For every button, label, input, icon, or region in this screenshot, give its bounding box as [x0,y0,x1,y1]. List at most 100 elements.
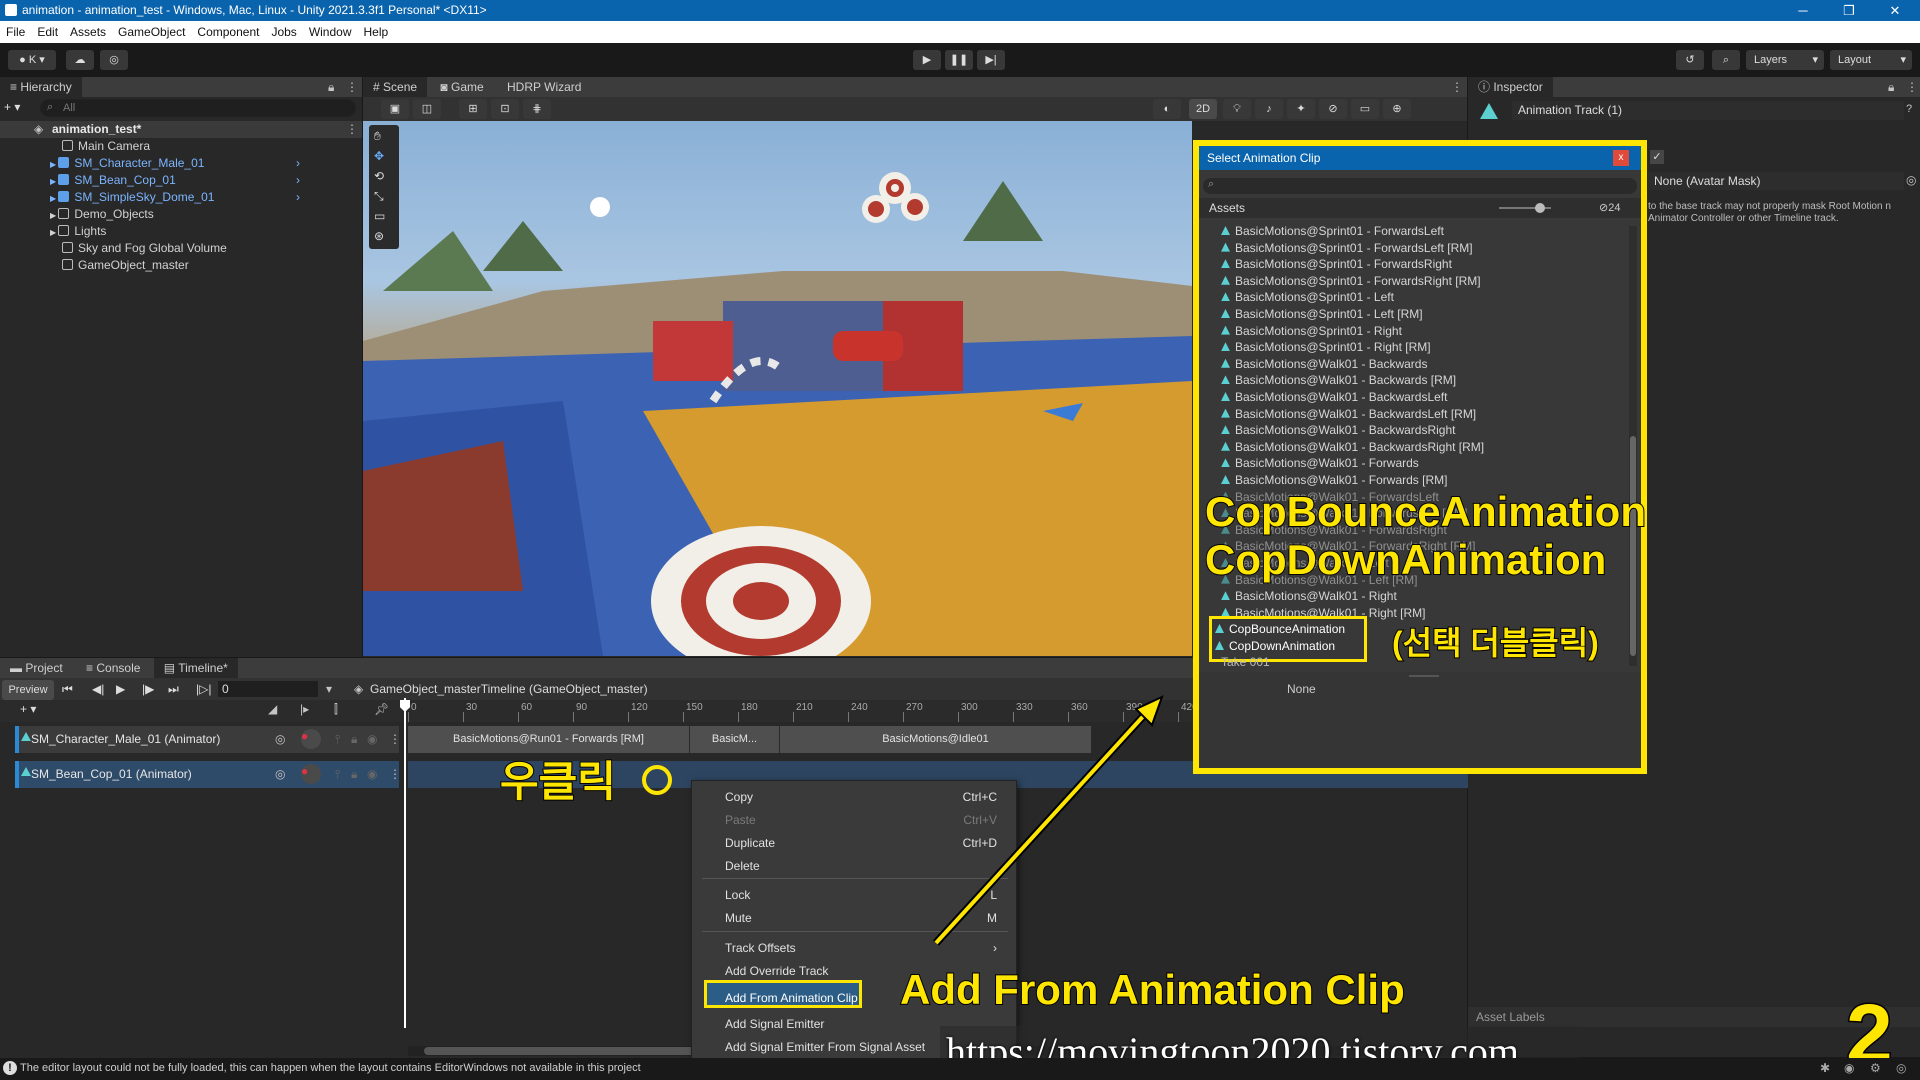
expand-arrow-icon[interactable]: ▶ [50,194,58,203]
scene-root-row[interactable]: ◈ animation_test* ⋮ [0,121,362,138]
menu-help[interactable]: Help [358,21,395,43]
collab-icon[interactable]: ◎ [100,50,128,70]
hierarchy-item[interactable]: ▶ SM_Character_Male_01 › [50,155,300,172]
record-button[interactable]: ● [301,764,321,784]
playhead[interactable] [404,698,406,1028]
timeline-clip-basic[interactable]: BasicM... [690,726,780,753]
status-message[interactable]: The editor layout could not be fully loa… [20,1062,641,1074]
menu-edit[interactable]: Edit [31,21,64,43]
clip-list-item[interactable]: BasicMotions@Sprint01 - ForwardsLeft [1221,223,1444,240]
menu-window[interactable]: Window [303,21,358,43]
assets-tab[interactable]: Assets [1209,201,1245,215]
clip-take001[interactable]: Take 001 [1221,657,1270,667]
clip-list-item[interactable]: BasicMotions@Walk01 - Backwards [RM] [1221,372,1456,389]
clip-list-item[interactable]: BasicMotions@Walk01 - Forwards [1221,455,1419,472]
dialog-close-button[interactable]: x [1613,150,1629,166]
clip-list-item[interactable]: BasicMotions@Sprint01 - ForwardsRight [R… [1221,273,1481,290]
clip-list-item[interactable]: BasicMotions@Walk01 - BackwardsLeft [RM] [1221,406,1476,423]
dialog-search-input[interactable]: ⌕ [1203,178,1637,194]
shading-icon[interactable]: ◐ [1153,99,1181,119]
clip-copdown[interactable]: CopDownAnimation [1215,638,1335,654]
menu-jobs[interactable]: Jobs [265,21,302,43]
cloud-icon[interactable]: ☁ [66,50,94,70]
clip-list-item[interactable]: BasicMotions@Walk01 - Backwards [1221,356,1427,373]
effects-icon[interactable]: ✦ [1287,99,1315,119]
lock-timeline-icon[interactable]: ⫿ [334,702,338,717]
settings-icon[interactable]: ⚙︎ [1870,1061,1881,1075]
gizmo-grid-icon[interactable]: ⊞ [459,99,487,119]
goto-end-icon[interactable]: ⏭ [168,682,179,697]
history-icon[interactable]: ↺ [1676,50,1704,70]
hierarchy-item[interactable]: Sky and Fog Global Volume [62,240,227,257]
rect-tool-icon[interactable]: ▭ [374,209,385,223]
more-menu-icon[interactable]: ⋮ [346,122,358,136]
lock-icon[interactable]: 🔒︎ [1888,77,1894,97]
increment-icon[interactable]: ⋕ [523,99,551,119]
hierarchy-item[interactable]: ▶ SM_SimpleSky_Dome_01 › [50,189,300,206]
scrollbar-thumb[interactable] [1630,436,1636,656]
draw-mode-icon[interactable]: ▣ [381,99,409,119]
scale-tool-icon[interactable]: ⤡ [374,189,384,204]
clip-list-item[interactable]: BasicMotions@Sprint01 - Right [1221,323,1402,340]
track-bean-cop[interactable]: SM_Bean_Cop_01 (Animator) ◎ ● ⫯ 🔒︎ ◉ ⋮ [15,761,401,788]
expand-arrow-icon[interactable]: ▶ [50,211,58,220]
clip-list-item[interactable]: BasicMotions@Sprint01 - ForwardsLeft [RM… [1221,240,1473,257]
clip-copbounce[interactable]: CopBounceAnimation [1215,621,1345,637]
hierarchy-search-input[interactable]: ⌕ All [40,99,356,117]
snap-icon[interactable]: ⊡ [491,99,519,119]
expand-arrow-icon[interactable]: ▶ [50,160,58,169]
camera-icon[interactable]: ▭ [1351,99,1379,119]
prev-frame-icon[interactable]: ◀| [92,682,104,696]
tab-console[interactable]: ≡ Console [76,658,150,678]
chevron-down-icon[interactable]: ▾ [326,682,332,696]
hidden-objects-icon[interactable]: ⊘ [1319,99,1347,119]
clip-list-item[interactable]: BasicMotions@Sprint01 - ForwardsRight [1221,256,1452,273]
hand-tool-icon[interactable]: ✋︎ [374,129,381,144]
clip-list-item[interactable]: BasicMotions@Walk01 - BackwardsLeft [1221,389,1447,406]
clip-list-scrollbar[interactable] [1629,226,1637,666]
step-button[interactable]: ▶| [977,50,1005,70]
clip-list-item[interactable]: BasicMotions@Sprint01 - Left [RM] [1221,306,1423,323]
hierarchy-item[interactable]: Main Camera [62,138,150,155]
tab-hdrp-wizard[interactable]: HDRP Wizard [497,77,591,97]
lighting-icon[interactable]: 💡︎ [1223,99,1251,119]
add-object-button[interactable]: + ▾ [4,100,34,116]
more-menu-icon[interactable]: ⋮ [1451,77,1463,97]
apply-mask-checkbox[interactable]: ✓ [1650,150,1664,164]
add-track-button[interactable]: + ▾ [20,702,36,716]
hierarchy-item[interactable]: ▶ SM_Bean_Cop_01 › [50,172,300,189]
account-button[interactable]: ● K ▾ [8,50,56,70]
target-icon[interactable]: ◎ [275,732,285,746]
bug-icon[interactable]: ✱ [1820,1061,1830,1075]
frame-field[interactable]: 0 [218,681,318,697]
record-button[interactable]: ● [301,729,321,749]
hierarchy-item[interactable]: ▶ Demo_Objects [50,206,154,223]
gizmos-icon[interactable]: ⊕ [1383,99,1411,119]
tab-game[interactable]: ◙ Game [430,77,493,97]
menu-component[interactable]: Component [191,21,265,43]
close-icon[interactable]: ✕ [1872,0,1918,21]
pause-button[interactable]: ❚❚ [945,50,973,70]
clip-list-item[interactable]: BasicMotions@Walk01 - Forwards [RM] [1221,472,1447,489]
transform-tool-icon[interactable]: ⊛ [374,229,384,243]
search-icon[interactable]: ⌕ [1712,50,1740,70]
hidden-count-icon[interactable]: ⊘24 [1599,201,1620,214]
mode-2d-toggle[interactable]: 2D [1189,99,1217,119]
tab-hierarchy[interactable]: ≡ Hierarchy [0,77,82,97]
tab-inspector[interactable]: ⓘ Inspector [1468,77,1553,97]
track-name-field[interactable]: Animation Track (1) [1512,101,1904,120]
help-icon[interactable]: ? [1906,103,1912,115]
goto-start-icon[interactable]: ⏮ [62,682,73,697]
avatar-mask-field[interactable]: None (Avatar Mask) [1648,172,1904,190]
scrollbar-thumb[interactable] [424,1047,704,1055]
more-menu-icon[interactable]: ⋮ [1906,77,1918,97]
menu-gameobject[interactable]: GameObject [112,21,191,43]
hierarchy-item[interactable]: ▶ Lights [50,223,106,240]
menu-file[interactable]: File [0,21,31,43]
more-menu-icon[interactable]: ⋮ [346,77,358,97]
pin-icon[interactable]: 📌︎ [374,702,389,716]
splitter[interactable] [1409,675,1439,677]
target-icon[interactable]: ◎ [275,767,285,781]
clip-list-item[interactable]: BasicMotions@Walk01 - BackwardsRight [1221,422,1455,439]
next-frame-icon[interactable]: |▶ [142,682,154,696]
